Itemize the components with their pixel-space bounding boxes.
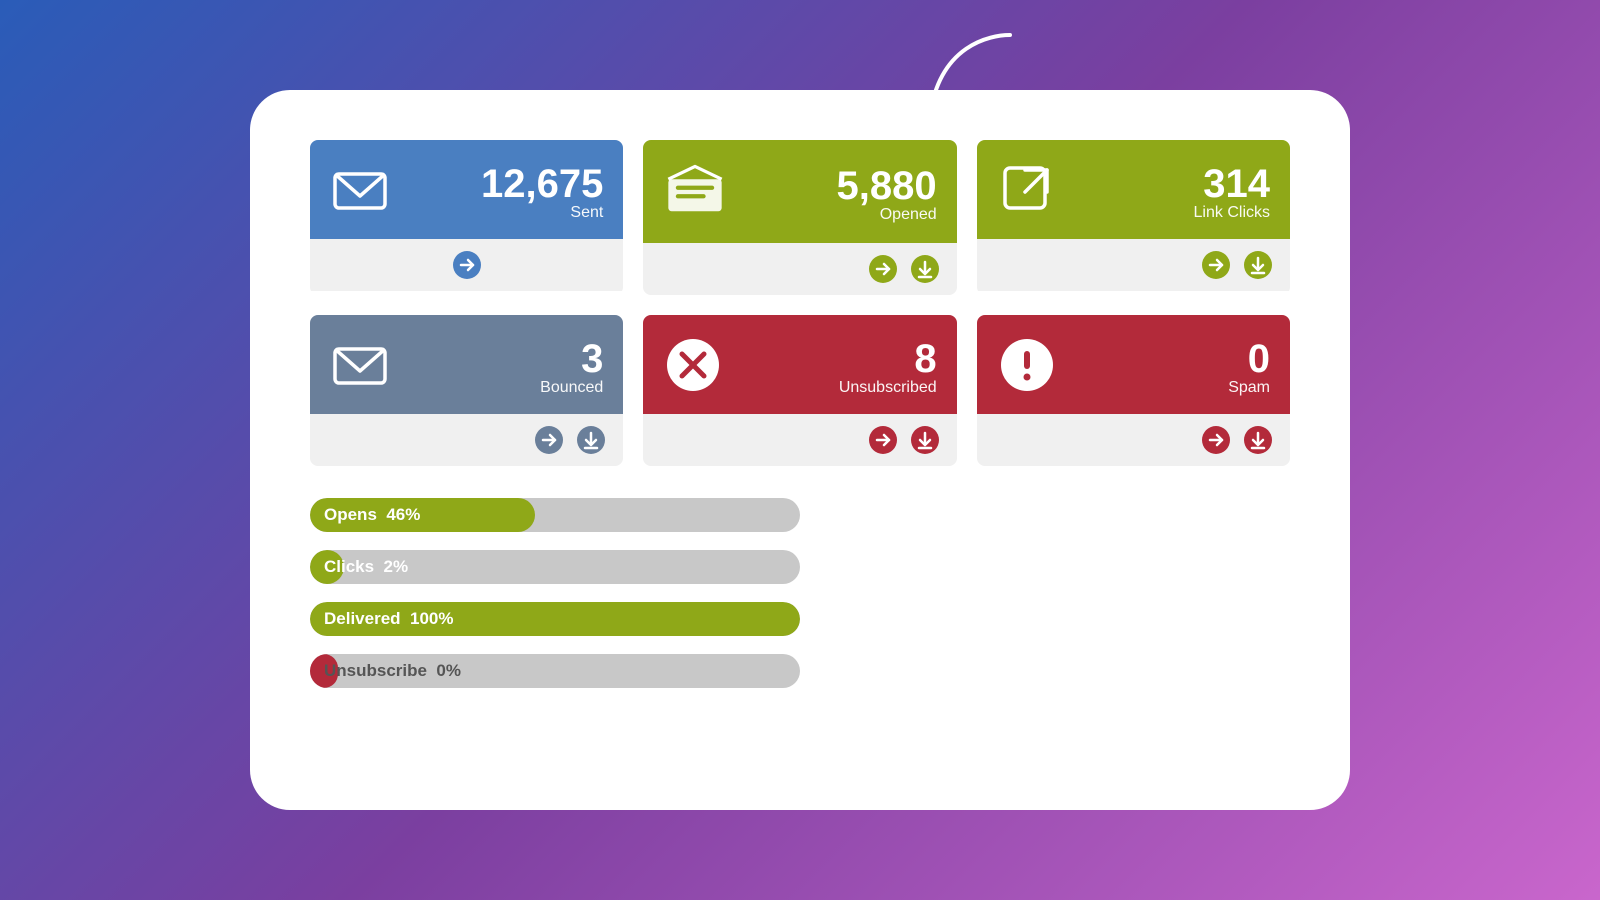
- metrics-grid: 12,675 Sent: [310, 140, 1290, 466]
- spam-count: 0: [1248, 339, 1270, 379]
- progress-row-delivered: Delivered 100%: [310, 602, 1290, 636]
- unsubscribe-bar-fill: Unsubscribe 0%: [310, 654, 338, 688]
- opened-arrow-icon[interactable]: [867, 253, 899, 285]
- opens-bar-fill: Opens 46%: [310, 498, 535, 532]
- spam-bottom: [977, 414, 1290, 466]
- delivered-bar-container: Delivered 100%: [310, 602, 800, 636]
- metric-card-bounced: 3 Bounced: [310, 315, 623, 466]
- metric-top-link-clicks: 314 Link Clicks: [977, 140, 1290, 239]
- progress-row-unsubscribe: Unsubscribe 0%: [310, 654, 1290, 688]
- opened-values: 5,880 Opened: [743, 166, 936, 224]
- spam-values: 0 Spam: [1073, 339, 1270, 397]
- opened-count: 5,880: [837, 166, 937, 206]
- x-circle-icon: [663, 335, 723, 400]
- progress-section: Opens 46% Clicks 2% Delivered 100%: [310, 498, 1290, 688]
- unsubscribed-values: 8 Unsubscribed: [739, 339, 936, 397]
- metric-top-bounced: 3 Bounced: [310, 315, 623, 414]
- sent-label: Sent: [570, 204, 603, 222]
- spam-arrow-icon[interactable]: [1200, 424, 1232, 456]
- unsubscribed-bottom: [643, 414, 956, 466]
- bounced-values: 3 Bounced: [406, 339, 603, 397]
- delivered-bar-label: Delivered 100%: [324, 609, 453, 629]
- spam-label: Spam: [1228, 379, 1270, 397]
- link-clicks-bottom: [977, 239, 1290, 291]
- metric-card-unsubscribed: 8 Unsubscribed: [643, 315, 956, 466]
- progress-row-opens: Opens 46%: [310, 498, 1290, 532]
- envelope-open-icon: [663, 160, 727, 229]
- metric-top-spam: 0 Spam: [977, 315, 1290, 414]
- bounced-count: 3: [581, 339, 603, 379]
- metric-top-opened: 5,880 Opened: [643, 140, 956, 243]
- opens-bar-label: Opens 46%: [324, 505, 420, 525]
- unsubscribed-arrow-icon[interactable]: [867, 424, 899, 456]
- unsubscribed-label: Unsubscribed: [839, 379, 937, 397]
- opened-label: Opened: [880, 206, 937, 224]
- opened-bottom: [643, 243, 956, 295]
- link-clicks-values: 314 Link Clicks: [1073, 164, 1270, 222]
- unsubscribed-count: 8: [914, 339, 936, 379]
- sent-bottom: [310, 239, 623, 291]
- clicks-bar-fill: Clicks 2%: [310, 550, 344, 584]
- metric-top-sent: 12,675 Sent: [310, 140, 623, 239]
- bounced-bottom: [310, 414, 623, 466]
- sent-count: 12,675: [481, 164, 603, 204]
- sent-values: 12,675 Sent: [406, 164, 603, 222]
- unsubscribe-bar-label: Unsubscribe 0%: [324, 661, 461, 681]
- metric-top-unsubscribed: 8 Unsubscribed: [643, 315, 956, 414]
- envelope-icon: [330, 160, 390, 225]
- opened-download-icon[interactable]: [909, 253, 941, 285]
- spam-download-icon[interactable]: [1242, 424, 1274, 456]
- opens-bar-container: Opens 46%: [310, 498, 800, 532]
- clicks-bar-label: Clicks 2%: [324, 557, 408, 577]
- main-card: Inboxing metrics 12,675 Sent: [250, 90, 1350, 810]
- link-icon: [997, 160, 1057, 225]
- unsubscribed-download-icon[interactable]: [909, 424, 941, 456]
- link-clicks-arrow-icon[interactable]: [1200, 249, 1232, 281]
- bounced-envelope-icon: [330, 335, 390, 400]
- metric-card-link-clicks: 314 Link Clicks: [977, 140, 1290, 295]
- metric-card-spam: 0 Spam: [977, 315, 1290, 466]
- annotation-arrow: [910, 25, 1030, 135]
- clicks-bar-container: Clicks 2%: [310, 550, 800, 584]
- bounced-download-icon[interactable]: [575, 424, 607, 456]
- metric-card-opened: 5,880 Opened: [643, 140, 956, 295]
- unsubscribe-bar-container: Unsubscribe 0%: [310, 654, 800, 688]
- link-clicks-download-icon[interactable]: [1242, 249, 1274, 281]
- bounced-arrow-icon[interactable]: [533, 424, 565, 456]
- delivered-bar-fill: Delivered 100%: [310, 602, 800, 636]
- sent-arrow-icon[interactable]: [451, 249, 483, 281]
- progress-row-clicks: Clicks 2%: [310, 550, 1290, 584]
- exclaim-circle-icon: [997, 335, 1057, 400]
- bounced-label: Bounced: [540, 379, 603, 397]
- link-clicks-label: Link Clicks: [1194, 204, 1270, 222]
- metric-card-sent: 12,675 Sent: [310, 140, 623, 295]
- link-clicks-count: 314: [1203, 164, 1270, 204]
